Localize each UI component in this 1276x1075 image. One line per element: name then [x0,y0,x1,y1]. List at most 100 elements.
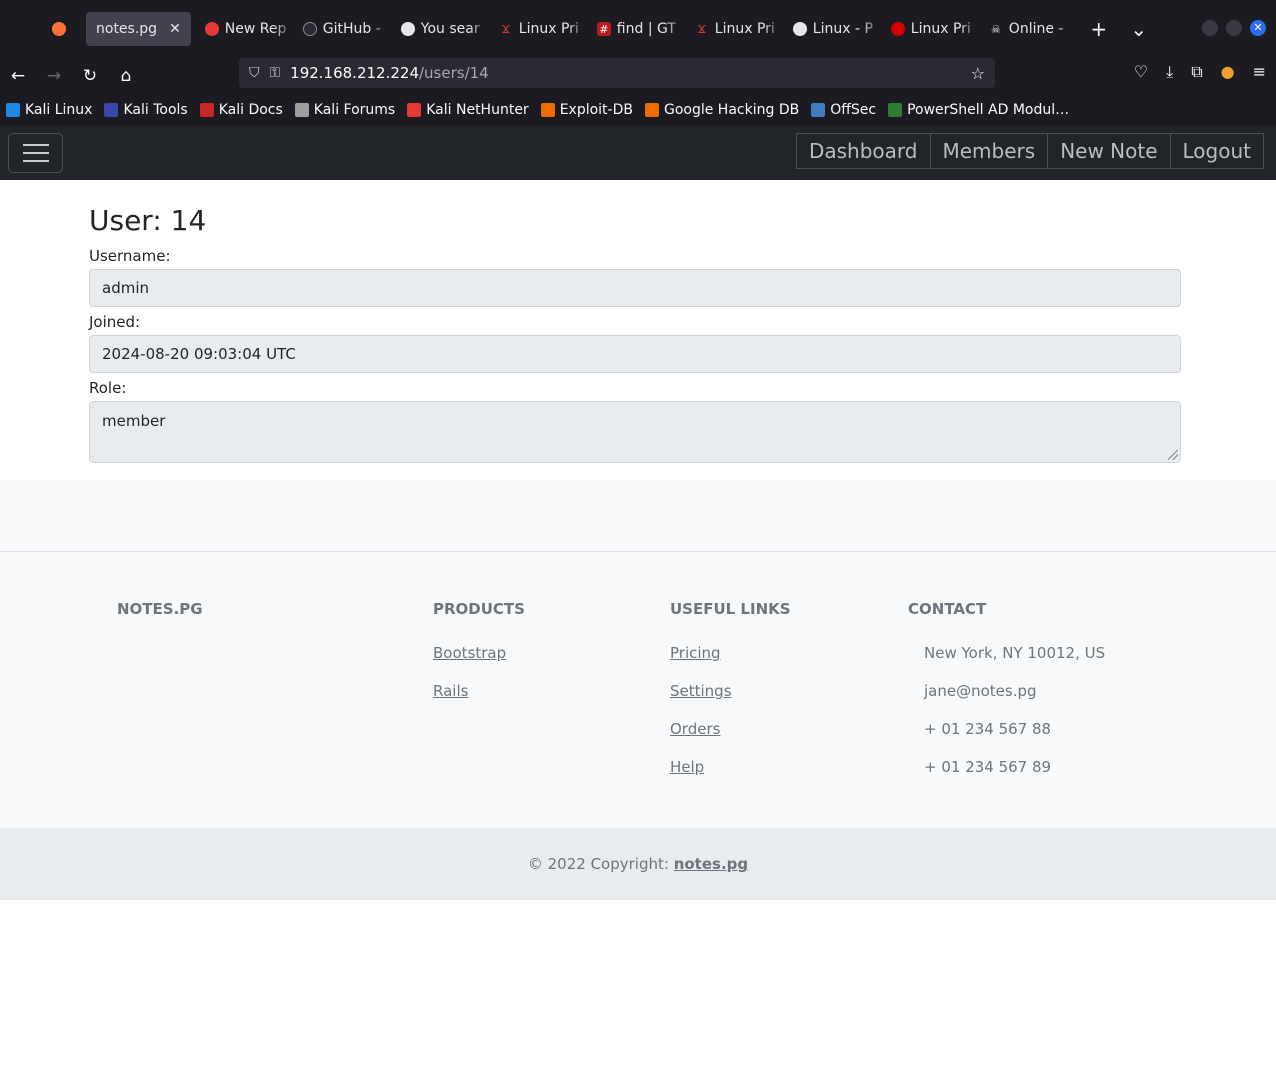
tab-overflow-left [0,0,40,58]
ghdb-icon [644,103,659,117]
nav-link-dashboard[interactable]: Dashboard [795,133,931,169]
reload-icon[interactable]: ↻ [72,66,108,86]
contact-email: jane@notes.pg [924,682,1037,700]
tab-label: notes.pg [96,21,158,37]
tab-notes-pg[interactable]: notes.pg ✕ [86,12,191,46]
wordpress-icon [400,22,415,36]
bookmark-item[interactable]: OffSec [811,102,876,118]
chevron-down-icon[interactable]: ⌄ [1119,17,1159,41]
bookmark-star-icon[interactable]: ☆ [971,64,985,83]
app-navbar: Dashboard Members New Note Logout [0,126,1276,180]
tab-gtfobins[interactable]: # find | GT [589,12,687,46]
nav-link-logout[interactable]: Logout [1169,133,1264,169]
bookmark-label: Kali Forums [313,102,396,118]
bookmark-label: Google Hacking DB [663,102,800,118]
copyright-bar: © 2022 Copyright: notes.pg [0,828,1276,900]
bookmark-label: PowerShell AD Modul… [907,102,1070,118]
back-arrow-icon[interactable]: ← [0,66,36,86]
firefox-view-button[interactable] [40,12,80,46]
bookmark-item[interactable]: Kali Forums [294,102,396,118]
footer-link-pricing[interactable]: Pricing [670,644,721,662]
footer-products-column: PRODUCTS Bootstrap Rails [433,600,525,720]
bookmark-item[interactable]: PowerShell AD Modul… [888,102,1069,118]
maximize-button[interactable] [1226,20,1242,36]
tab-wordpress[interactable]: You sear [393,12,491,46]
minimize-button[interactable] [1202,20,1218,36]
joined-field[interactable]: 2024-08-20 09:03:04 UTC [89,335,1181,373]
page-blank-area [0,900,1276,1075]
tab-fade [370,12,393,46]
extensions-icon[interactable]: ⧉ [1191,62,1202,82]
shield-icon[interactable]: ⛉ [249,65,260,81]
nethunter-icon [407,103,422,117]
red-dot-icon [890,22,905,36]
tab-linux-pri-2[interactable]: Ϫ Linux Pri [687,12,785,46]
footer-link-bootstrap[interactable]: Bootstrap [433,644,506,662]
username-label: Username: [89,247,171,265]
tab-linux-pri-1[interactable]: Ϫ Linux Pri [491,12,589,46]
gtfobins-icon: # [596,22,611,36]
browser-nav-bar: ← → ↻ ⌂ ⛉ ⚿ 192.168.212.224/users/14 ☆ ♡… [0,58,1276,94]
download-icon[interactable]: ⤓ [1166,62,1173,82]
pocket-icon[interactable]: ♡ [1134,62,1148,82]
footer-links-title: USEFUL LINKS [670,600,791,618]
home-icon[interactable]: ⌂ [108,66,144,86]
forward-arrow-icon[interactable]: → [36,66,72,86]
tab-online[interactable]: ☠ Online - [981,12,1079,46]
bookmark-label: Exploit-DB [559,102,633,118]
footer-link-settings[interactable]: Settings [670,682,732,700]
tab-linux-p[interactable]: Linux - P [785,12,883,46]
navbar-menu: Dashboard Members New Note Logout [795,133,1264,169]
foxyproxy-icon[interactable]: ● [1221,62,1235,82]
copyright-link[interactable]: notes.pg [674,855,748,873]
footer-contact-column: CONTACT New York, NY 10012, US jane@note… [908,600,1105,796]
hacktricks-icon: Ϫ [501,22,511,36]
connection-info-icon[interactable]: ⚿ [270,65,281,81]
footer-link-help[interactable]: Help [670,758,704,776]
new-tab-plus-icon[interactable]: + [1079,17,1119,41]
github-icon [302,22,317,36]
hamburger-line [22,160,49,162]
window-close-icon[interactable]: ✕ [1250,20,1266,36]
exploit-db-icon [540,103,555,117]
bookmark-item[interactable]: Kali Linux [6,102,92,118]
bookmark-item[interactable]: Kali Tools [104,102,188,118]
hamburger-line [22,152,49,154]
url-host: 192.168.212.224 [290,64,419,82]
bookmark-item[interactable]: Google Hacking DB [644,102,800,118]
copyright-text: © 2022 Copyright: [527,855,674,873]
navbar-toggler-hamburger-icon[interactable] [8,133,63,173]
window-controls: ✕ [1202,20,1266,36]
bookmark-item[interactable]: Kali Docs [199,102,283,118]
hamburger-menu-icon[interactable]: ≡ [1253,62,1266,82]
username-field[interactable]: admin [89,269,1181,307]
skull-icon: ☠ [990,22,1001,36]
tab-fade [272,12,295,46]
footer-contact-title: CONTACT [908,600,987,618]
bookmarks-bar: Kali Linux Kali Tools Kali Docs Kali For… [0,94,1276,126]
close-icon[interactable]: ✕ [169,21,181,37]
tab-label: Online - [1008,21,1064,37]
tab-linux-pri-3[interactable]: Linux Pri [883,12,981,46]
footer-link-rails[interactable]: Rails [433,682,468,700]
linux-icon [792,22,807,36]
resize-grip-icon[interactable] [1168,450,1178,460]
role-textarea[interactable]: member [89,401,1181,463]
bookmark-item[interactable]: Exploit-DB [540,102,633,118]
role-value: member [102,412,166,430]
bookmark-label: Kali Docs [218,102,283,118]
nav-link-new-note[interactable]: New Note [1047,133,1171,169]
tab-fade [664,12,687,46]
footer: NOTES.PG PRODUCTS Bootstrap Rails USEFUL… [0,552,1276,828]
bookmark-item[interactable]: Kali NetHunter [407,102,529,118]
url-bar[interactable]: ⛉ ⚿ 192.168.212.224/users/14 ☆ [239,58,995,88]
contact-address: New York, NY 10012, US [924,644,1106,662]
toolbar-buttons: ♡ ⤓ ⧉ ● ≡ [1134,62,1266,82]
tab-new-rep[interactable]: New Rep [197,12,295,46]
nav-link-members[interactable]: Members [929,133,1049,169]
browser-chrome: notes.pg ✕ New Rep GitHub - You sear Ϫ L… [0,0,1276,126]
footer-products-title: PRODUCTS [433,600,525,618]
tab-github[interactable]: GitHub - [295,12,393,46]
footer-link-orders[interactable]: Orders [670,720,720,738]
kali-docs-icon [199,103,214,117]
